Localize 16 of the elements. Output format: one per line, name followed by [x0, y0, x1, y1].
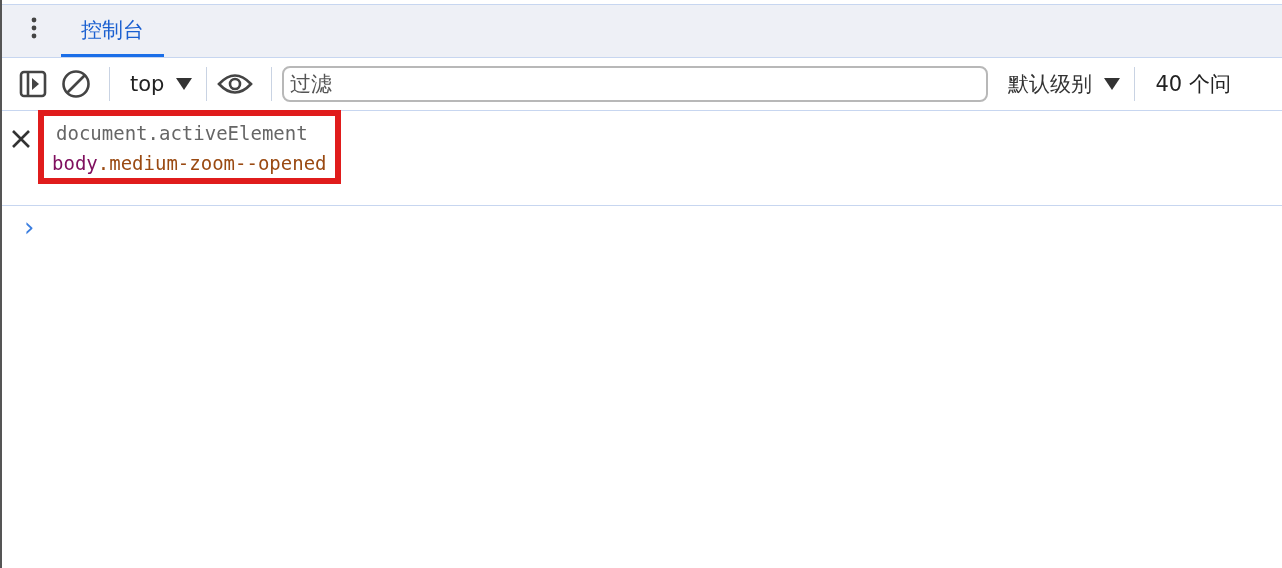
clear-icon[interactable]: [61, 69, 91, 99]
levels-dropdown[interactable]: 默认级别: [998, 70, 1131, 98]
filter-field[interactable]: 过滤: [282, 66, 989, 102]
sidebar-toggle-icon[interactable]: [19, 70, 47, 98]
expression-text: document.activeElement: [55, 122, 309, 144]
console-tab[interactable]: 控制台: [61, 5, 164, 57]
issues-count[interactable]: 40 个问: [1155, 70, 1231, 98]
eye-icon[interactable]: [217, 73, 254, 95]
result-element-text: body: [52, 152, 98, 174]
close-icon[interactable]: [11, 129, 31, 149]
caret-icon: [176, 78, 193, 90]
more-icon[interactable]: [31, 17, 37, 39]
result-classname-text: .medium-zoom--opened: [97, 152, 327, 174]
prompt-icon: ›: [24, 212, 35, 242]
context-dropdown[interactable]: top: [120, 72, 203, 96]
caret-icon: [1104, 78, 1121, 90]
